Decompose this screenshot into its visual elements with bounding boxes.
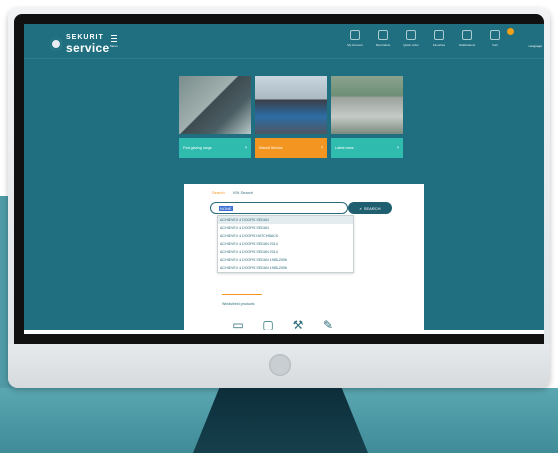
search-panel: Search VIN Search NONE ⌕ SEARCH ACHIEVEV… (184, 184, 424, 334)
suggestion-item[interactable]: ACHIEVEV 4 DOORS SEDAN 2014 (218, 248, 353, 256)
tile-bar: Latest news › (331, 138, 403, 158)
nav-item-cart[interactable]: Cart (484, 30, 506, 47)
suggestion-item[interactable]: ACHIEVEV 4 DOORS SEDAN 1985-2006 (218, 256, 353, 264)
brand-mark-icon (50, 38, 62, 50)
hamburger-icon (110, 35, 117, 42)
monitor-bezel: SEKURIT service Menu My Account Reminder… (14, 14, 544, 344)
nav-label: Quick order (403, 43, 419, 47)
tile-sekurit-service[interactable]: Sekurit Service › (255, 76, 327, 158)
nav-item-my-account[interactable]: My Account (344, 30, 366, 47)
feature-tiles: Find glazing range › Sekurit Service › L… (179, 76, 403, 158)
apple-logo-icon (269, 354, 291, 376)
brand-text: SEKURIT service (66, 34, 109, 54)
nav-item-quick-order[interactable]: Quick order (400, 30, 422, 47)
tile-label: Latest news (335, 146, 354, 150)
screen: SEKURIT service Menu My Account Reminder… (24, 24, 544, 334)
tile-label: Sekurit Service (259, 146, 283, 150)
nav-label: My Account (347, 43, 363, 47)
tile-image (331, 76, 403, 134)
language-selector[interactable]: Language (529, 44, 542, 48)
nav-label: Notifications (458, 43, 476, 47)
bell-icon (462, 30, 472, 40)
suggestion-item[interactable]: ACHIEVEV 4 DOORS HATCHBACK (218, 232, 353, 240)
menu-button[interactable]: Menu (110, 35, 118, 48)
tab-vin-search[interactable]: VIN Search (233, 190, 253, 195)
search-input-value: NONE (219, 205, 233, 211)
nav-label: Cart (492, 43, 498, 47)
top-nav: My Account Reminders Quick order Favorit… (344, 30, 534, 47)
chevron-right-icon: › (321, 145, 323, 151)
heart-icon (434, 30, 444, 40)
tile-bar: Find glazing range › (179, 138, 251, 158)
cart-badge (507, 28, 514, 35)
suggestion-item[interactable]: ACHIEVEV 4 DOORS SEDAN (218, 216, 353, 224)
search-icon: ⌕ (359, 205, 362, 211)
box-icon (350, 30, 360, 40)
chevron-right-icon: › (245, 145, 247, 151)
nav-item-favorites[interactable]: Favorites (428, 30, 450, 47)
search-suggestions: ACHIEVEV 4 DOORS SEDAN ACHIEVEV 4 DOORS … (217, 215, 354, 273)
tab-search[interactable]: Search (212, 190, 225, 195)
search-input[interactable]: NONE (210, 202, 348, 214)
monitor-stand (193, 388, 368, 453)
cart-icon (490, 30, 500, 40)
nav-item-reminders[interactable]: Reminders (372, 30, 394, 47)
tile-bar: Sekurit Service › (255, 138, 327, 158)
screen-bottom-strip (24, 330, 544, 334)
nav-item-notifications[interactable]: Notifications (456, 30, 478, 47)
suggestion-item[interactable]: ACHIEVEV 4 DOORS SEDAN 2014 (218, 240, 353, 248)
suggestion-item[interactable]: ACHIEVEV 4 DOORS SEDAN 1985-2006 (218, 264, 353, 272)
tile-image (179, 76, 251, 134)
top-bar: SEKURIT service Menu My Account Reminder… (24, 24, 544, 59)
bell-icon (378, 30, 388, 40)
tile-image (255, 76, 327, 134)
search-tabs: Search VIN Search (212, 190, 253, 195)
monitor: SEKURIT service Menu My Account Reminder… (8, 8, 550, 388)
tile-label: Find glazing range (183, 146, 212, 150)
brand-logo[interactable]: SEKURIT service (50, 34, 109, 54)
brand-bottom: service (66, 41, 110, 55)
tile-latest-news[interactable]: Latest news › (331, 76, 403, 158)
nav-label: Favorites (432, 43, 446, 47)
chevron-right-icon: › (397, 145, 399, 151)
tile-find-glazing-range[interactable]: Find glazing range › (179, 76, 251, 158)
divider-accent (222, 294, 262, 295)
nav-label: Reminders (375, 43, 391, 47)
suggestion-item[interactable]: ACHIEVEV 4 DOORS SEDAN (218, 224, 353, 232)
search-button-label: SEARCH (363, 205, 381, 211)
products-title: Windshield products (222, 302, 255, 306)
search-button[interactable]: ⌕ SEARCH (348, 202, 392, 214)
menu-label: Menu (110, 44, 118, 48)
pin-icon (406, 30, 416, 40)
monitor-chin (8, 344, 550, 388)
